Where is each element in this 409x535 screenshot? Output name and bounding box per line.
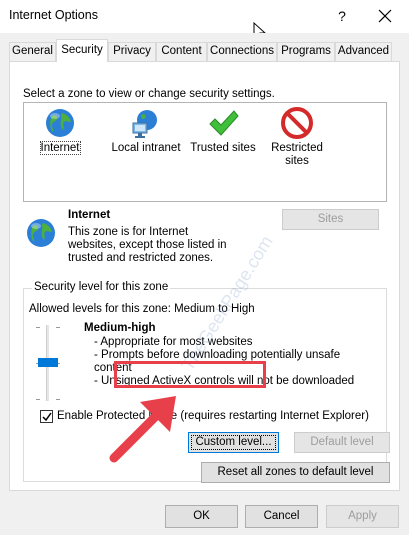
globe-icon (27, 219, 55, 247)
restricted-icon (281, 107, 313, 139)
protected-mode-checkbox[interactable] (40, 410, 53, 423)
zone-list: Internet Local intranet Trusted sites Re… (23, 102, 387, 202)
slider-tick (36, 399, 40, 400)
cancel-button[interactable]: Cancel (245, 505, 318, 528)
zone-trusted-sites[interactable]: Trusted sites (188, 107, 258, 155)
intranet-icon (132, 110, 157, 138)
focus-ring (191, 435, 276, 450)
reset-all-zones-button[interactable]: Reset all zones to default level (201, 462, 390, 483)
level-name: Medium-high (84, 322, 156, 334)
help-button[interactable]: ? (330, 4, 354, 28)
globe-icon (46, 109, 74, 137)
zone-label: Trusted sites (190, 142, 256, 154)
apply-button[interactable]: Apply (326, 505, 399, 528)
zone-info-description: This zone is for Internet websites, exce… (68, 226, 227, 264)
tab-programs[interactable]: Programs (277, 42, 335, 61)
zone-info-title: Internet (68, 209, 111, 221)
tab-privacy[interactable]: Privacy (108, 42, 156, 61)
zone-label: Internet (39, 141, 81, 155)
security-level-slider[interactable] (36, 325, 60, 401)
tab-content[interactable]: Content (156, 42, 207, 61)
tab-advanced[interactable]: Advanced (335, 42, 392, 61)
slider-tick (56, 327, 60, 328)
zone-restricted-sites[interactable]: Restricted sites (262, 107, 332, 168)
annotation-arrow-icon (109, 396, 176, 463)
zone-label: Restricted sites (271, 142, 323, 167)
ok-button[interactable]: OK (165, 505, 238, 528)
close-icon (378, 9, 392, 23)
tab-security[interactable]: Security (56, 39, 108, 62)
security-panel: Select a zone to view or change security… (9, 61, 400, 491)
zone-label: Local intranet (111, 142, 181, 154)
checkmark-icon (209, 110, 239, 136)
zone-local-intranet[interactable]: Local intranet (106, 107, 186, 155)
dialog-body: General Security Privacy Content Connect… (0, 33, 409, 535)
zone-internet[interactable]: Internet (30, 107, 90, 155)
level-line: - Appropriate for most websites (94, 336, 253, 348)
zone-prompt: Select a zone to view or change security… (23, 88, 275, 100)
tab-connections[interactable]: Connections (207, 42, 277, 61)
slider-thumb[interactable] (38, 358, 58, 367)
title-bar: Internet Options ? (0, 0, 409, 33)
slider-tick (56, 399, 60, 400)
annotation-highlight-box (114, 361, 266, 388)
security-level-group-title: Security level for this zone (32, 281, 171, 293)
default-level-button[interactable]: Default level (294, 432, 390, 453)
checkmark-icon (42, 412, 52, 422)
custom-level-button[interactable]: Custom level... (188, 432, 279, 453)
tab-general[interactable]: General (9, 42, 56, 61)
close-button[interactable] (372, 4, 398, 28)
slider-tick (36, 327, 40, 328)
sites-button[interactable]: Sites (282, 209, 379, 230)
window-title: Internet Options (9, 8, 98, 22)
